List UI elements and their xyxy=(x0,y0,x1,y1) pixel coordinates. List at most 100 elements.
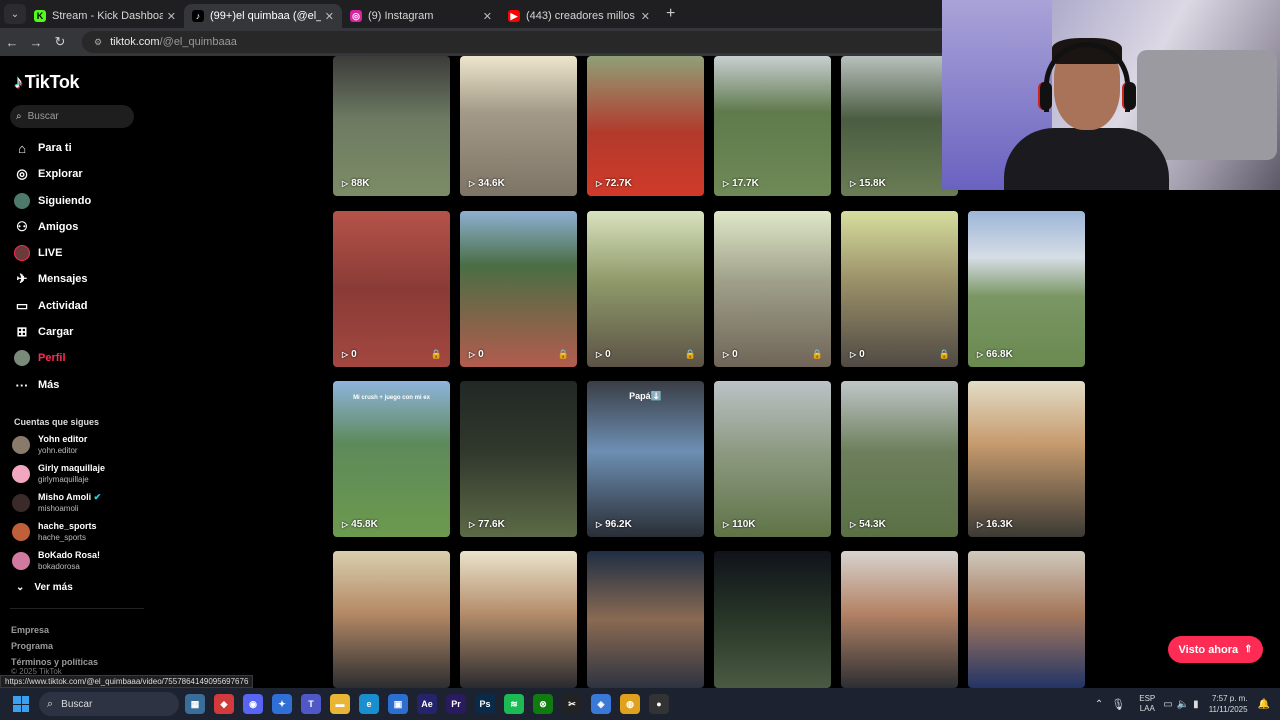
microphone-icon[interactable]: 🎙 xyxy=(1111,698,1125,711)
xbox-icon[interactable]: ⊗ xyxy=(533,694,553,714)
followed-account[interactable]: Misho Amoli ✔ mishoamoli xyxy=(12,492,101,514)
followed-account[interactable]: BoKado Rosa! bokadorosa xyxy=(12,550,100,572)
video-thumbnail[interactable] xyxy=(333,551,450,688)
close-tab-icon[interactable]: ✕ xyxy=(167,10,176,23)
system-tray: ⌃ 🎙 ESP LAA ▭ 🔈 ▮ 7:57 p. m. 11/11/2025 … xyxy=(1095,688,1270,720)
video-thumbnail[interactable] xyxy=(460,551,577,688)
capcut-icon[interactable]: ✂ xyxy=(562,694,582,714)
taskbar-search[interactable]: ⌕ Buscar xyxy=(39,692,179,716)
footer-link[interactable]: Términos y políticas xyxy=(11,657,98,667)
video-thumbnail[interactable]: Mi crush + juego con mi ex ▷ 45.8K xyxy=(333,381,450,537)
close-tab-icon[interactable]: ✕ xyxy=(483,10,492,23)
account-display-name: Girly maquillaje xyxy=(38,463,106,473)
search-box[interactable]: ⌕ xyxy=(10,105,134,128)
play-icon: ▷ xyxy=(342,179,349,188)
app-obs-icon[interactable]: ● xyxy=(649,694,669,714)
sidebar-item-friends[interactable]: ⚇ Amigos xyxy=(14,217,78,237)
sidebar-item-messages[interactable]: ✈ Mensajes xyxy=(14,269,88,289)
sidebar-item-home[interactable]: ⌂ Para ti xyxy=(14,138,72,158)
followed-account[interactable]: hache_sports hache_sports xyxy=(12,521,97,543)
sidebar-item-label: Perfil xyxy=(38,352,66,364)
sidebar-item-more[interactable]: ··· Más xyxy=(14,375,60,395)
video-thumbnail[interactable]: ▷ 77.6K xyxy=(460,381,577,537)
browser-tab[interactable]: ◎ (9) Instagram ✕ xyxy=(342,4,500,28)
volume-icon[interactable]: 🔈 xyxy=(1177,699,1189,710)
video-thumbnail[interactable]: ▷ 0 🔒 xyxy=(460,211,577,367)
sidebar-item-following-avatar[interactable]: Siguiendo xyxy=(14,191,91,211)
browser-tab[interactable]: ▶ (443) creadores millos vs creado... ✕ xyxy=(500,4,658,28)
video-thumbnail[interactable]: ▷ 72.7K xyxy=(587,56,704,196)
watched-now-button[interactable]: Visto ahora ⇑ xyxy=(1168,636,1263,663)
sidebar-item-upload[interactable]: ⊞ Cargar xyxy=(14,322,74,342)
forward-arrow-icon[interactable]: → xyxy=(24,35,48,50)
close-tab-icon[interactable]: ✕ xyxy=(641,10,650,23)
discord-icon[interactable]: ◉ xyxy=(243,694,263,714)
copilot-icon[interactable]: ✦ xyxy=(272,694,292,714)
footer-link[interactable]: Programa xyxy=(11,641,53,651)
app-red-icon[interactable]: ◆ xyxy=(214,694,234,714)
edge-icon[interactable]: e xyxy=(359,694,379,714)
video-thumbnail[interactable]: ▷ 0 🔒 xyxy=(333,211,450,367)
video-thumbnail[interactable] xyxy=(968,551,1085,688)
video-thumbnail[interactable]: ▷ 0 🔒 xyxy=(841,211,958,367)
avatar xyxy=(12,465,30,483)
play-icon: ▷ xyxy=(342,350,349,359)
premiere-icon[interactable]: Pr xyxy=(446,694,466,714)
windows-start-icon[interactable] xyxy=(13,696,29,712)
file-explorer-icon[interactable]: ▬ xyxy=(330,694,350,714)
video-thumbnail[interactable]: ▷ 0 🔒 xyxy=(714,211,831,367)
browser-tab[interactable]: ♪ (99+)el quimbaa (@el_quimbaa... ✕ xyxy=(184,4,342,28)
network-icon[interactable]: ▭ xyxy=(1163,699,1172,710)
video-thumbnail[interactable] xyxy=(841,551,958,688)
video-thumbnail[interactable]: Papá⬇️ ▷ 96.2K xyxy=(587,381,704,537)
video-thumbnail[interactable]: ▷ 66.8K xyxy=(968,211,1085,367)
sidebar-item-profile-avatar[interactable]: Perfil xyxy=(14,348,66,368)
play-icon: ▷ xyxy=(723,350,730,359)
play-icon: ▷ xyxy=(469,520,476,529)
chrome-icon[interactable]: ◍ xyxy=(620,694,640,714)
chevron-up-icon[interactable]: ⌃ xyxy=(1095,699,1103,710)
store-icon[interactable]: ▣ xyxy=(388,694,408,714)
video-thumbnail[interactable]: ▷ 0 🔒 xyxy=(587,211,704,367)
photoshop-icon[interactable]: Ps xyxy=(475,694,495,714)
video-thumbnail[interactable]: ▷ 17.7K xyxy=(714,56,831,196)
video-thumbnail[interactable]: ▷ 34.6K xyxy=(460,56,577,196)
notifications-icon[interactable]: 🔔 xyxy=(1258,699,1270,710)
url-field[interactable]: ⚙ tiktok.com/@el_quimbaaa xyxy=(82,31,982,53)
tab-search-button[interactable]: ⌄ xyxy=(4,4,26,24)
teams-icon[interactable]: T xyxy=(301,694,321,714)
after-effects-icon[interactable]: Ae xyxy=(417,694,437,714)
view-count: ▷ 0 xyxy=(342,349,357,360)
site-info-icon[interactable]: ⚙ xyxy=(94,37,102,48)
sidebar-item-compass[interactable]: ◎ Explorar xyxy=(14,164,82,184)
widgets-icon[interactable]: ▦ xyxy=(185,694,205,714)
see-more-button[interactable]: ⌄ Ver más xyxy=(16,582,73,593)
browser-tab[interactable]: K Stream - Kick Dashboard ✕ xyxy=(26,4,184,28)
video-thumbnail[interactable]: ▷ 88K xyxy=(333,56,450,196)
sidebar-item-activity[interactable]: ▭ Actividad xyxy=(14,296,88,316)
back-arrow-icon[interactable]: ← xyxy=(0,35,24,50)
view-count: ▷ 77.6K xyxy=(469,519,505,530)
app-blue-icon[interactable]: ◈ xyxy=(591,694,611,714)
reload-icon[interactable]: ↻ xyxy=(48,34,72,50)
followed-account[interactable]: Yohn editor yohn.editor xyxy=(12,434,87,456)
new-tab-button[interactable]: + xyxy=(666,5,675,23)
view-count: ▷ 0 xyxy=(469,349,484,360)
close-tab-icon[interactable]: ✕ xyxy=(325,10,334,23)
battery-icon[interactable]: ▮ xyxy=(1193,699,1199,710)
video-thumbnail[interactable]: ▷ 15.8K xyxy=(841,56,958,196)
video-thumbnail[interactable]: ▷ 110K xyxy=(714,381,831,537)
video-thumbnail[interactable]: ▷ 54.3K xyxy=(841,381,958,537)
clock[interactable]: 7:57 p. m. 11/11/2025 xyxy=(1209,693,1248,715)
spotify-icon[interactable]: ≋ xyxy=(504,694,524,714)
sidebar-item-live[interactable]: LIVE xyxy=(14,243,62,263)
footer-link[interactable]: Empresa xyxy=(11,625,49,635)
search-input[interactable] xyxy=(27,111,118,122)
language-indicator[interactable]: ESP LAA xyxy=(1139,694,1155,714)
video-thumbnail[interactable] xyxy=(587,551,704,688)
screen: ⌄ K Stream - Kick Dashboard ✕ ♪ (99+)el quim… xyxy=(0,0,1280,720)
followed-account[interactable]: Girly maquillaje girlymaquillaje xyxy=(12,463,105,485)
video-thumbnail[interactable] xyxy=(714,551,831,688)
tiktok-logo[interactable]: ♪ TikTok xyxy=(14,72,80,93)
video-thumbnail[interactable]: ▷ 16.3K xyxy=(968,381,1085,537)
